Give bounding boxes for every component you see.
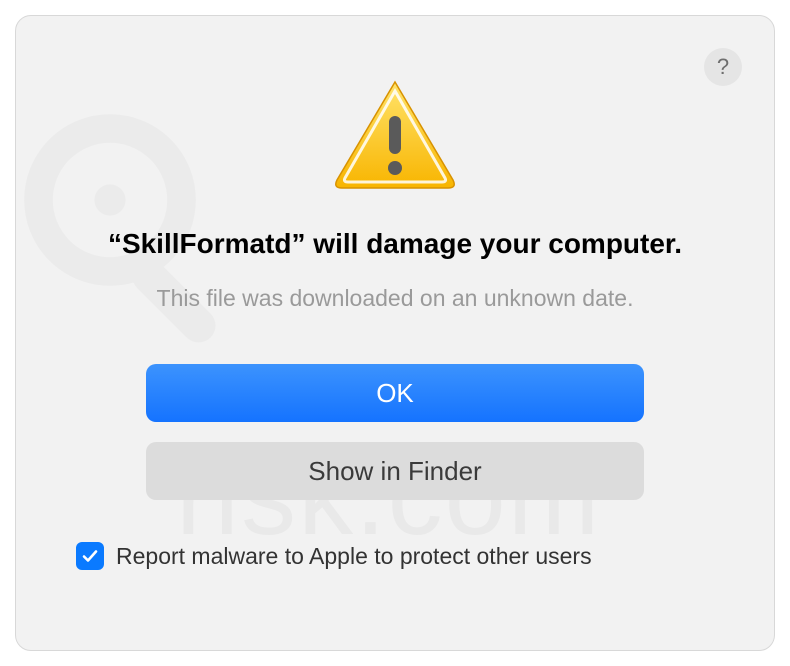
report-malware-label: Report malware to Apple to protect other… [116,543,592,570]
help-icon: ? [717,54,729,80]
system-alert-dialog: risk.com ? “SkillFormatd” will damage yo… [15,15,775,651]
alert-title: “SkillFormatd” will damage your computer… [108,226,682,261]
report-malware-checkbox[interactable] [76,542,104,570]
checkmark-icon [81,547,99,565]
alert-subtitle: This file was downloaded on an unknown d… [157,285,634,312]
button-stack: OK Show in Finder [76,364,714,500]
ok-button[interactable]: OK [146,364,644,422]
warning-triangle-icon [330,76,460,196]
show-in-finder-label: Show in Finder [308,456,481,486]
ok-button-label: OK [376,378,414,408]
report-malware-row: Report malware to Apple to protect other… [76,542,714,570]
show-in-finder-button[interactable]: Show in Finder [146,442,644,500]
dialog-content: “SkillFormatd” will damage your computer… [76,56,714,570]
